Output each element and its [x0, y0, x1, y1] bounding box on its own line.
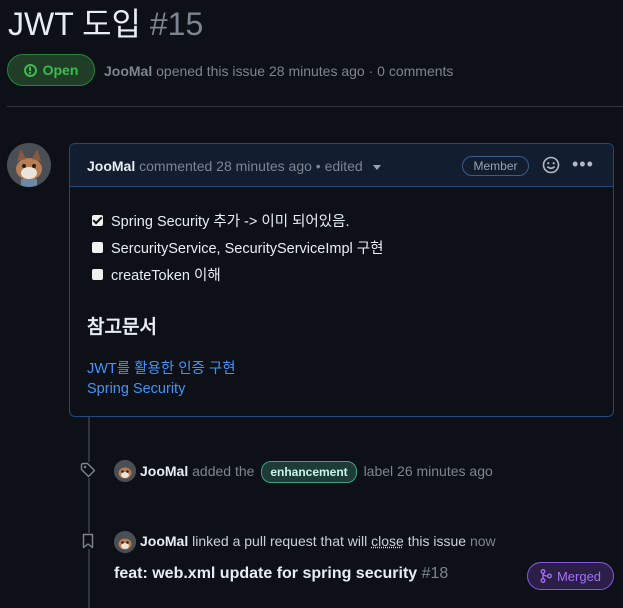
- issue-title-text: JWT 도입: [8, 6, 141, 42]
- task-text: Spring Security 추가 -> 이미 되어있음.: [111, 214, 350, 230]
- close-keyword[interactable]: close: [371, 533, 404, 549]
- bookmark-icon: [80, 533, 96, 549]
- label-badge[interactable]: enhancement: [261, 461, 357, 483]
- comment-heading: 참고문서: [87, 317, 157, 338]
- task-text: SercurityService, SecurityServiceImpl 구현: [111, 241, 384, 257]
- event-text: added the: [192, 463, 255, 479]
- role-badge: Member: [462, 156, 529, 176]
- header-divider: [7, 106, 623, 107]
- reference-link[interactable]: Spring Security: [87, 381, 185, 397]
- event-time[interactable]: now: [470, 533, 496, 549]
- event-actor-link[interactable]: JooMal: [140, 463, 188, 479]
- git-merge-icon: [540, 569, 552, 583]
- event-text: linked a pull request that will: [192, 533, 368, 549]
- avatar[interactable]: [7, 143, 51, 187]
- comment-header: JooMal commented 28 minutes ago • edited…: [70, 144, 613, 187]
- smiley-icon[interactable]: [542, 156, 560, 174]
- merged-label: Merged: [556, 568, 602, 584]
- issue-opened-icon: [23, 63, 37, 77]
- issue-author-link[interactable]: JooMal: [104, 63, 152, 79]
- label-event: JooMal added the enhancement label 26 mi…: [140, 461, 493, 483]
- task-checkbox[interactable]: [92, 269, 103, 280]
- avatar[interactable]: [114, 460, 136, 482]
- issue-title: JWT 도입 #15: [8, 2, 203, 46]
- avatar[interactable]: [114, 531, 136, 553]
- merged-badge: Merged: [527, 562, 614, 590]
- task-checkbox[interactable]: [92, 242, 103, 253]
- task-checkbox[interactable]: [92, 215, 103, 226]
- task-list-item: Spring Security 추가 -> 이미 되어있음.: [92, 210, 349, 231]
- event-text: label 26 minutes ago: [363, 463, 493, 479]
- issue-state-badge: Open: [7, 54, 95, 86]
- issue-number: #15: [149, 6, 204, 42]
- event-actor-link[interactable]: JooMal: [140, 533, 188, 549]
- comment-header-meta[interactable]: commented 28 minutes ago • edited: [139, 158, 363, 174]
- pr-title-text[interactable]: feat: web.xml update for spring security: [114, 565, 417, 582]
- issue-state-label: Open: [42, 62, 79, 78]
- kebab-menu-icon[interactable]: •••: [572, 154, 594, 175]
- task-text: createToken 이해: [111, 268, 221, 284]
- pr-link-event: JooMal linked a pull request that will c…: [140, 533, 496, 549]
- task-list-item: createToken 이해: [92, 264, 221, 285]
- task-list-item: SercurityService, SecurityServiceImpl 구현: [92, 237, 383, 258]
- issue-meta-text: opened this issue 28 minutes ago · 0 com…: [156, 63, 454, 79]
- timeline-line: [88, 417, 90, 608]
- comment-header-text: JooMal commented 28 minutes ago • edited: [87, 158, 381, 174]
- tag-icon: [80, 462, 96, 478]
- comment-box: JooMal commented 28 minutes ago • edited…: [69, 143, 614, 417]
- event-text: this issue: [407, 533, 467, 549]
- issue-meta: JooMal opened this issue 28 minutes ago …: [104, 63, 453, 79]
- chevron-down-icon[interactable]: [372, 164, 381, 170]
- pr-number: #18: [421, 565, 449, 582]
- comment-author-link[interactable]: JooMal: [87, 158, 135, 174]
- pr-title[interactable]: feat: web.xml update for spring security…: [114, 565, 448, 583]
- reference-link[interactable]: JWT를 활용한 인증 구현: [87, 357, 236, 378]
